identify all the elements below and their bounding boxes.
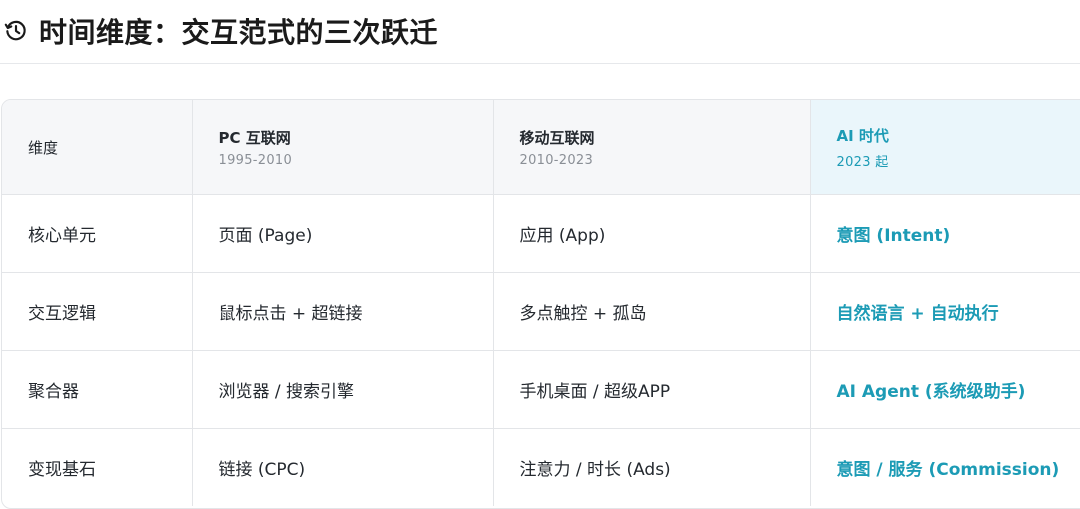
header-dimension: 维度 — [2, 100, 193, 195]
row-dimension-cell: 变现基石 — [2, 428, 193, 506]
header-pc-internet: PC 互联网 1995-2010 — [192, 100, 494, 195]
header-label: 维度 — [28, 138, 59, 157]
table-row: 聚合器 浏览器 / 搜索引擎 手机桌面 / 超级APP AI Agent (系统… — [2, 350, 1080, 429]
pc-cell: 浏览器 / 搜索引擎 — [192, 350, 494, 429]
pc-cell: 页面 (Page) — [192, 194, 494, 273]
page-title: 时间维度：交互范式的三次跃迁 — [39, 16, 439, 49]
pc-cell: 鼠标点击 + 超链接 — [192, 272, 494, 351]
header-years: 2010-2023 — [519, 152, 594, 168]
table-row: 变现基石 链接 (CPC) 注意力 / 时长 (Ads) 意图 / 服务 (Co… — [2, 428, 1080, 506]
header-years: 2023 起 — [836, 154, 889, 170]
comparison-table-container: 维度 PC 互联网 1995-2010 移动互联网 2010-2023 AI 时… — [1, 99, 1080, 509]
table-row: 交互逻辑 鼠标点击 + 超链接 多点触控 + 孤岛 自然语言 + 自动执行 — [2, 272, 1080, 351]
row-dimension-cell: 交互逻辑 — [2, 272, 193, 351]
mobile-cell: 应用 (App) — [493, 194, 811, 273]
table-row: 核心单元 页面 (Page) 应用 (App) 意图 (Intent) — [2, 194, 1080, 273]
row-dimension-cell: 核心单元 — [2, 194, 193, 273]
mobile-cell: 多点触控 + 孤岛 — [493, 272, 811, 351]
title-divider — [0, 63, 1080, 64]
header-label: 移动互联网 — [519, 128, 595, 147]
header-ai-era: AI 时代 2023 起 — [810, 100, 1080, 195]
header-label: PC 互联网 — [218, 128, 291, 147]
comparison-table: 维度 PC 互联网 1995-2010 移动互联网 2010-2023 AI 时… — [2, 100, 1080, 506]
header-label: AI 时代 — [836, 126, 889, 145]
ai-cell: 自然语言 + 自动执行 — [810, 272, 1080, 351]
ai-cell: AI Agent (系统级助手) — [810, 350, 1080, 429]
header-years: 1995-2010 — [218, 152, 293, 168]
ai-cell: 意图 (Intent) — [810, 194, 1080, 273]
title-bar: 时间维度：交互范式的三次跃迁 — [0, 0, 1080, 62]
ai-cell: 意图 / 服务 (Commission) — [836, 460, 1060, 480]
mobile-cell: 手机桌面 / 超级APP — [493, 350, 811, 429]
header-mobile-internet: 移动互联网 2010-2023 — [493, 100, 811, 195]
history-icon — [4, 20, 26, 41]
pc-cell: 链接 (CPC) — [192, 428, 494, 506]
table-header-row: 维度 PC 互联网 1995-2010 移动互联网 2010-2023 AI 时… — [2, 100, 1080, 195]
mobile-cell: 注意力 / 时长 (Ads) — [493, 428, 811, 506]
row-dimension-cell: 聚合器 — [2, 350, 193, 429]
